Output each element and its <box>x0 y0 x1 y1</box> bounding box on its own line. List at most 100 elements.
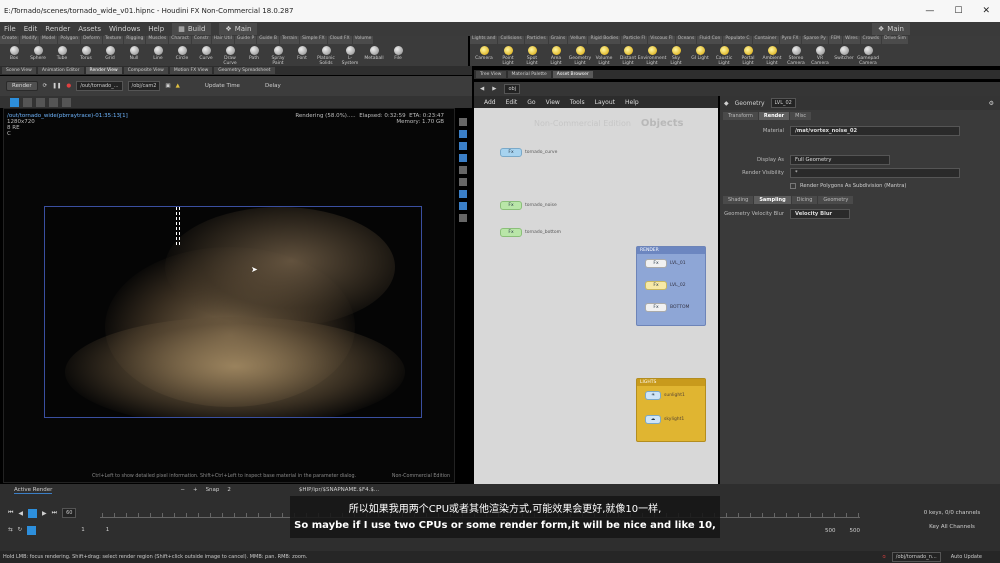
menu-help[interactable]: Help <box>148 25 164 33</box>
tool-gi-light[interactable]: GI Light <box>690 46 710 66</box>
channel-icon[interactable] <box>36 97 45 107</box>
shelf-tab[interactable]: Modify <box>19 36 39 44</box>
display-icon[interactable] <box>23 97 32 107</box>
stop-icon[interactable]: ● <box>66 83 71 89</box>
forward-icon[interactable]: ▶ <box>492 86 496 92</box>
shelf-tab[interactable]: Hair Util <box>211 36 234 44</box>
object-path[interactable]: /obj/tornado_n... <box>891 552 941 562</box>
shelf-tab[interactable]: Cloud FX <box>327 36 352 44</box>
net-menu-edit[interactable]: Edit <box>506 99 518 106</box>
start-frame-2[interactable]: 1 <box>106 527 110 533</box>
tool-icon[interactable] <box>459 202 467 210</box>
tool-distant-light[interactable]: Distant Light <box>618 46 638 66</box>
tab-geometry-spreadsheet[interactable]: Geometry Spreadsheet <box>214 67 275 74</box>
tool-sphere[interactable]: Sphere <box>28 46 48 66</box>
tab-tree-view[interactable]: Tree View <box>476 71 506 78</box>
ifd-path[interactable]: $HIP/ipr/$SNAPNAME.$F4.$... <box>299 487 379 493</box>
net-menu-add[interactable]: Add <box>484 99 496 106</box>
tool-tube[interactable]: Tube <box>52 46 72 66</box>
close-button[interactable]: ✕ <box>982 6 990 16</box>
tool-icon[interactable] <box>459 130 467 138</box>
tool-icon[interactable] <box>459 214 467 222</box>
back-icon[interactable]: ◀ <box>480 86 484 92</box>
tab-composite-view[interactable]: Composite View <box>123 67 168 74</box>
shelf-tab[interactable]: Lights and <box>470 36 498 44</box>
render-network-box[interactable]: RENDER Fx LVL_01 Fx LVL_02 Fx BOTTOM <box>636 246 706 326</box>
maximize-button[interactable]: ☐ <box>954 6 962 16</box>
shelf-tab[interactable]: Model <box>39 36 58 44</box>
end-frame-2[interactable]: 500 <box>850 528 861 534</box>
shelf-tab[interactable]: Oceans <box>675 36 697 44</box>
minimize-button[interactable]: — <box>925 6 934 16</box>
tab-render-view[interactable]: Render View <box>85 67 122 74</box>
tool-box[interactable]: Box <box>4 46 24 66</box>
tool-environment-light[interactable]: Environment Light <box>638 46 666 66</box>
shelf-tab[interactable]: Rigid Bodies <box>588 36 621 44</box>
main-desktop-button[interactable]: ❖ Main <box>219 23 258 35</box>
tool-stereo-camera[interactable]: Stereo Camera <box>786 46 806 66</box>
tool-icon[interactable] <box>459 166 467 174</box>
shelf-tab[interactable]: Muscles <box>146 36 169 44</box>
shelf-tab[interactable]: Viscous FI <box>648 36 675 44</box>
camera-path-field[interactable]: /obj/cam2 <box>127 81 161 91</box>
sync-icon[interactable]: ⇆ <box>8 527 13 533</box>
shelf-tab[interactable]: Collisions <box>498 36 524 44</box>
tool-font[interactable]: Font <box>292 46 312 66</box>
active-render-tab[interactable]: Active Render <box>14 487 53 494</box>
tool-gamepad-camera[interactable]: Gamepad Camera <box>857 46 879 66</box>
jump-start-icon[interactable]: ⏮ <box>8 509 13 517</box>
realtime-icon[interactable] <box>27 525 37 535</box>
subdivision-checkbox[interactable] <box>790 182 796 189</box>
node-lvl02[interactable]: Fx LVL_02 <box>645 281 686 290</box>
tab-material-palette[interactable]: Material Palette <box>507 71 551 78</box>
tool-sky-light[interactable]: Sky Light <box>666 46 686 66</box>
shelf-tab[interactable]: Guide P <box>234 36 257 44</box>
subtab-shading[interactable]: Shading <box>723 196 754 204</box>
tool-curve[interactable]: Curve <box>196 46 216 66</box>
render-view[interactable]: /out/tornado_wide(pbrraytrace)-01:35:13[… <box>3 108 455 483</box>
tool-grid[interactable]: Grid <box>100 46 120 66</box>
zoom-out-icon[interactable]: − <box>180 487 185 493</box>
rop-path-field[interactable]: /out/tornado_... <box>76 81 123 91</box>
tool-icon[interactable] <box>459 154 467 162</box>
shelf-tab[interactable]: Texture <box>102 36 124 44</box>
key-all-button[interactable]: Key All Channels <box>912 524 992 530</box>
tool-platonic[interactable]: Platonic Solids <box>316 46 336 66</box>
shelf-tab[interactable]: Create <box>0 36 19 44</box>
jump-end-icon[interactable]: ⏭ <box>52 509 57 517</box>
right-desktop-button[interactable]: ❖ Main <box>872 23 910 35</box>
tab-asset-browser[interactable]: Asset Browser <box>552 71 593 78</box>
shelf-tab[interactable]: Rigging <box>124 36 146 44</box>
snap-value[interactable]: 2 <box>227 487 231 493</box>
tool-draw-curve[interactable]: Draw Curve <box>220 46 240 66</box>
shelf-tab[interactable]: Wires <box>843 36 860 44</box>
shelf-tab[interactable]: FEM <box>828 36 843 44</box>
lights-network-box[interactable]: LIGHTS ☀ sunlight1 ☁ skylight1 <box>636 378 706 442</box>
tool-icon[interactable] <box>459 178 467 186</box>
node-tornado-noise[interactable]: Fx tornado_noise <box>500 201 557 210</box>
tool-circle[interactable]: Circle <box>172 46 192 66</box>
tab-render[interactable]: Render <box>758 112 790 120</box>
menu-edit[interactable]: Edit <box>24 25 38 33</box>
region-icon[interactable] <box>10 97 19 107</box>
tool-torus[interactable]: Torus <box>76 46 96 66</box>
subtab-dicing[interactable]: Dicing <box>791 196 818 204</box>
tab-motion-fx-view[interactable]: Motion FX View <box>169 67 213 74</box>
menu-windows[interactable]: Windows <box>109 25 140 33</box>
node-sunlight[interactable]: ☀ sunlight1 <box>645 391 685 400</box>
end-frame[interactable]: 500 <box>825 528 836 534</box>
network-editor[interactable]: Add Edit Go View Tools Layout Help Non-C… <box>474 96 718 508</box>
node-skylight[interactable]: ☁ skylight1 <box>645 415 684 424</box>
shelf-tab[interactable]: Crowds <box>860 36 882 44</box>
subtab-sampling[interactable]: Sampling <box>754 196 791 204</box>
shelf-tab[interactable]: Deform <box>81 36 102 44</box>
loop-icon[interactable]: ↻ <box>18 527 23 533</box>
tool-spot-light[interactable]: Spot Light <box>522 46 542 66</box>
net-menu-view[interactable]: View <box>546 99 560 106</box>
shelf-tab[interactable]: Volume <box>352 36 374 44</box>
update-mode-label[interactable]: Update Time <box>205 83 240 89</box>
build-desktop-button[interactable]: ▦ Build <box>172 23 212 35</box>
tool-line[interactable]: Line <box>148 46 168 66</box>
tool-vr-camera[interactable]: VR Camera <box>810 46 830 66</box>
stop-button[interactable] <box>28 508 38 518</box>
